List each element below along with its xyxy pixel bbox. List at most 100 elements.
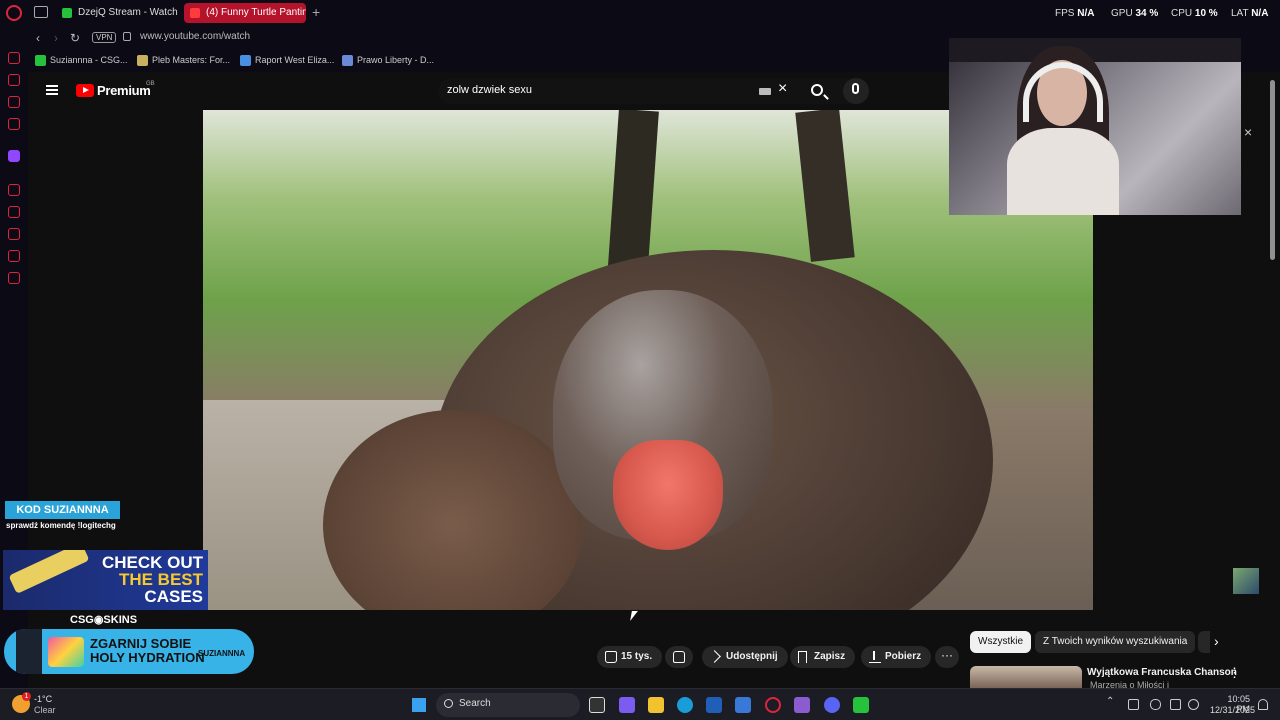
video-frame-post <box>795 110 855 262</box>
tab-label: DzejQ Stream - Watch Live <box>78 7 180 18</box>
bookmark-suziannna[interactable]: Suziannna - CSG... <box>35 55 128 66</box>
csgo-brand: CSG◉SKINS <box>70 614 138 626</box>
flow-icon[interactable] <box>8 206 20 218</box>
hamburger-menu-icon[interactable] <box>46 85 58 95</box>
instagram-icon[interactable] <box>8 118 20 130</box>
tab-dzejq-stream[interactable]: DzejQ Stream - Watch Live <box>56 3 180 23</box>
weather-condition: Clear <box>34 705 56 715</box>
webcam-shelf <box>949 38 1241 62</box>
mini-thumbnail[interactable] <box>1233 568 1259 594</box>
windows-taskbar: 1 -1°C Clear Search ⌃ 10:05 PM 12/31/202… <box>0 688 1280 720</box>
drive-icon <box>240 55 251 66</box>
discord-icon[interactable] <box>824 697 840 713</box>
windows-start-icon[interactable] <box>412 698 426 712</box>
back-icon[interactable]: ‹ <box>36 31 40 45</box>
copilot-icon[interactable] <box>619 697 635 713</box>
task-view-icon[interactable] <box>589 697 605 713</box>
network-icon[interactable] <box>1170 699 1181 710</box>
chip-overflow[interactable] <box>1198 631 1210 653</box>
turtle-mouth <box>613 440 723 550</box>
related-video-thumbnail[interactable] <box>970 666 1082 688</box>
bookmark-prawo-liberty[interactable]: Prawo Liberty - D... <box>342 55 434 66</box>
taskbar-search-label: Search <box>459 698 491 709</box>
ad-line-3: CASES <box>144 587 203 606</box>
youtube-logo-icon[interactable] <box>76 84 94 97</box>
file-explorer-icon[interactable] <box>648 697 664 713</box>
bell-icon[interactable] <box>1258 699 1268 710</box>
download-button[interactable]: Pobierz <box>861 646 932 668</box>
reload-icon[interactable]: ↻ <box>70 31 80 45</box>
search-box[interactable]: zolw dzwiek sexu × <box>438 78 858 104</box>
lock-icon[interactable] <box>123 32 131 41</box>
more-actions-button[interactable]: ··· <box>935 646 959 668</box>
kick-icon[interactable] <box>853 697 869 713</box>
clock-icon[interactable] <box>8 228 20 240</box>
bookmark-raport[interactable]: Raport West Eliza... <box>240 55 334 66</box>
weapon-icon <box>8 550 90 594</box>
voice-search-button[interactable] <box>843 78 869 104</box>
chevron-right-icon[interactable]: › <box>1214 633 1219 649</box>
save-button[interactable]: Zapisz <box>790 646 856 668</box>
mic-tray-icon[interactable] <box>1150 699 1161 710</box>
new-tab-button[interactable]: + <box>312 4 320 20</box>
player-icon[interactable] <box>8 184 20 196</box>
fps-stat: FPS N/A <box>1055 8 1095 19</box>
forward-icon[interactable]: › <box>54 31 58 45</box>
search-input[interactable]: zolw dzwiek sexu <box>447 84 532 96</box>
share-button[interactable]: Udostępnij <box>702 646 788 668</box>
sheets-icon <box>35 55 46 66</box>
history-icon[interactable] <box>8 52 20 64</box>
aria-icon[interactable] <box>8 74 20 86</box>
ad-line-1: CHECK OUT <box>101 553 203 572</box>
microphone-icon <box>852 83 859 94</box>
hydration-ad: ZGARNIJ SOBIE HOLY HYDRATION SUZIANNNA <box>4 629 254 674</box>
hydration-text: ZGARNIJ SOBIE HOLY HYDRATION <box>90 636 205 665</box>
volume-icon[interactable] <box>1188 699 1199 710</box>
bookmark-pleb-masters[interactable]: Pleb Masters: For... <box>137 55 230 66</box>
search-icon <box>444 699 453 708</box>
kick-favicon-icon <box>62 8 72 18</box>
docs-icon <box>342 55 353 66</box>
chip-all[interactable]: Wszystkie <box>970 631 1031 653</box>
taskbar-search[interactable]: Search <box>436 693 580 717</box>
cpu-stat: CPU 10 % <box>1171 8 1218 19</box>
search-icon[interactable] <box>811 84 823 96</box>
app-icon[interactable] <box>735 697 751 713</box>
tab-switcher-icon[interactable] <box>34 6 48 18</box>
opera-logo-icon[interactable] <box>6 5 22 21</box>
url-field[interactable]: www.youtube.com/watch <box>140 31 250 42</box>
lat-stat: LAT N/A <box>1231 8 1269 19</box>
clock-date[interactable]: 12/31/2025 <box>1210 705 1255 715</box>
close-icon[interactable]: × <box>1244 124 1252 140</box>
vpn-badge[interactable]: VPN <box>92 32 117 43</box>
edge-icon[interactable] <box>677 697 693 713</box>
opera-gx-icon[interactable] <box>765 697 781 713</box>
hydration-tag: SUZIANNNA <box>198 649 246 658</box>
onedrive-icon[interactable] <box>1128 699 1139 710</box>
streamer-body <box>1007 128 1119 215</box>
snipping-tool-icon[interactable] <box>794 697 810 713</box>
related-video-title[interactable]: Wyjątkowa Francuska Chanson <box>1087 667 1237 678</box>
youtube-logo-text[interactable]: Premium <box>97 83 151 98</box>
bookmark-icon <box>798 651 807 663</box>
webcam-pip[interactable] <box>949 38 1241 215</box>
speaker-icon <box>190 8 200 18</box>
settings-gear-icon[interactable] <box>8 272 20 284</box>
page-scrollbar[interactable] <box>1270 80 1275 260</box>
tab-label: (4) Funny Turtle Panting <box>206 7 306 18</box>
keyboard-icon[interactable] <box>759 88 771 95</box>
extensions-icon[interactable] <box>8 250 20 262</box>
clear-search-icon[interactable]: × <box>778 80 787 98</box>
kebab-menu-icon[interactable]: ⋮ <box>1228 665 1241 681</box>
dislike-button[interactable] <box>665 646 693 668</box>
tab-youtube-turtle[interactable]: (4) Funny Turtle Panting <box>184 3 306 23</box>
notification-badge: 1 <box>22 692 31 701</box>
twitch-icon[interactable] <box>8 150 20 162</box>
thumbs-down-icon <box>673 651 685 663</box>
chip-from-search[interactable]: Z Twoich wyników wyszukiwania <box>1035 631 1196 653</box>
weather-temperature: -1°C <box>34 694 53 704</box>
store-icon[interactable] <box>706 697 722 713</box>
chevron-up-icon[interactable]: ⌃ <box>1106 696 1117 707</box>
messenger-icon[interactable] <box>8 96 20 108</box>
like-button[interactable]: 15 tys. <box>597 646 663 668</box>
